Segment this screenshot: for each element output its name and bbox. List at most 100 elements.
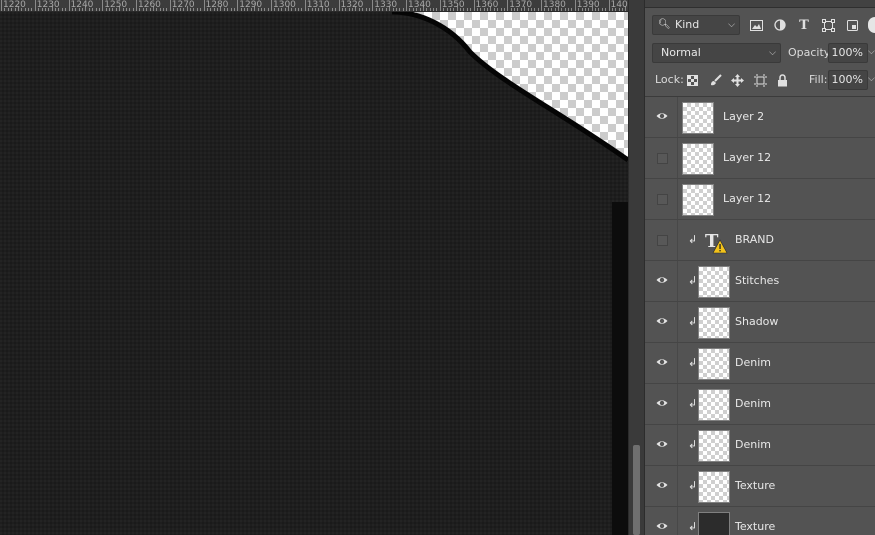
clipping-mask-icon: ↲ [688, 397, 698, 410]
layer-row[interactable]: Layer 2 [645, 97, 875, 138]
filter-kind-label: Kind [675, 18, 700, 31]
scrollbar-thumb[interactable] [633, 445, 640, 535]
shape-filter-icon[interactable] [818, 15, 838, 35]
opacity-dropdown-icon[interactable]: ⌵ [868, 47, 875, 57]
ruler-label: 1240 [70, 0, 94, 10]
ruler-tick [537, 8, 539, 11]
layer-name[interactable]: Denim [735, 438, 771, 451]
layer-visibility-toggle[interactable] [645, 384, 678, 424]
ruler-label: 1380 [543, 0, 566, 10]
hidden-layer-box [657, 235, 668, 246]
layer-thumbnail[interactable] [698, 307, 730, 339]
panel-tab-bar[interactable] [645, 0, 875, 8]
layer-visibility-toggle[interactable] [645, 466, 678, 506]
clipping-mask-icon: ↲ [688, 274, 698, 287]
layer-name[interactable]: Denim [735, 356, 771, 369]
layer-filter-kind-select[interactable]: 🔍︎ Kind ⌵ [652, 15, 740, 35]
layer-visibility-toggle[interactable] [645, 220, 678, 260]
layer-row[interactable]: ↲ Shadow [645, 302, 875, 343]
document-canvas[interactable]: 1220 1230 1240 1250 1260 1270 1280 1290 1300 1310… [0, 0, 628, 535]
layer-row[interactable]: ↲ Texture [645, 507, 875, 535]
fill-value: 100% [831, 73, 863, 86]
blend-mode-select[interactable]: Normal ⌵ [652, 43, 781, 63]
ruler-label: 1280 [205, 0, 229, 10]
layer-name[interactable]: Shadow [735, 315, 778, 328]
ruler-label: 1310 [306, 0, 330, 10]
eye-icon [656, 359, 668, 365]
eye-icon [656, 277, 668, 283]
opacity-field[interactable]: 100% [828, 43, 868, 63]
vertical-scrollbar[interactable] [628, 0, 644, 535]
layer-thumbnail[interactable] [698, 348, 730, 380]
layer-row[interactable]: Layer 12 [645, 179, 875, 220]
layer-name[interactable]: BRAND [735, 233, 774, 246]
ruler-label: 1260 [138, 0, 161, 10]
layer-row[interactable]: ↲ Denim [645, 384, 875, 425]
layer-thumbnail[interactable] [682, 102, 714, 134]
layer-visibility-toggle[interactable] [645, 507, 678, 535]
layer-thumbnail[interactable] [698, 471, 730, 503]
ruler-tick [436, 8, 438, 11]
ruler-tick [439, 0, 441, 11]
layer-visibility-toggle[interactable] [645, 97, 678, 137]
lock-position-icon[interactable] [728, 71, 746, 89]
type-filter-icon[interactable]: T [794, 15, 814, 35]
ruler-tick [534, 8, 536, 11]
ruler-tick [470, 8, 472, 11]
ruler-tick [136, 0, 137, 11]
layer-name[interactable]: Texture [735, 520, 775, 533]
canvas-artwork [0, 12, 628, 535]
layer-row[interactable]: ↲ Stitches [645, 261, 875, 302]
layer-row[interactable]: ↲ T BRAND [645, 220, 875, 261]
clipping-mask-icon: ↲ [688, 520, 698, 533]
ruler-tick [61, 8, 63, 11]
ruler-tick [65, 8, 67, 11]
lock-artboard-icon[interactable] [751, 71, 769, 89]
lock-transparent-pixels-icon[interactable] [683, 71, 701, 89]
layer-name[interactable]: Layer 12 [723, 192, 771, 205]
smart-object-filter-icon[interactable] [842, 15, 862, 35]
layer-name[interactable]: Layer 12 [723, 151, 771, 164]
ruler-tick [301, 8, 303, 11]
layer-visibility-toggle[interactable] [645, 261, 678, 301]
lock-all-icon[interactable] [773, 71, 791, 89]
layer-name[interactable]: Layer 2 [723, 110, 764, 123]
horizontal-ruler[interactable]: 1220 1230 1240 1250 1260 1270 1280 1290 1300 1310… [0, 0, 628, 12]
adjustment-filter-icon[interactable] [770, 15, 790, 35]
ruler-tick [500, 8, 502, 11]
ruler-tick [196, 8, 198, 11]
fill-field[interactable]: 100% [828, 70, 868, 90]
layer-thumbnail[interactable] [698, 430, 730, 462]
layers-panel: 🔍︎ Kind ⌵ T Normal ⌵ Opacity: 100% ⌵ Loc [644, 0, 875, 535]
layer-row[interactable]: Layer 12 [645, 138, 875, 179]
ruler-label: 1370 [509, 0, 533, 10]
layer-visibility-toggle[interactable] [645, 179, 678, 219]
layer-thumbnail[interactable] [682, 184, 714, 216]
ruler-tick [31, 8, 33, 11]
layer-thumbnail[interactable] [682, 143, 714, 175]
layers-list[interactable]: Layer 2 Layer 12 Layer 12 ↲ T BRAND ↲ Stitches ↲… [645, 96, 875, 535]
layer-visibility-toggle[interactable] [645, 343, 678, 383]
ruler-label: 1350 [441, 0, 465, 10]
lock-image-pixels-icon[interactable] [706, 71, 724, 89]
layer-name[interactable]: Texture [735, 479, 775, 492]
layer-row[interactable]: ↲ Denim [645, 343, 875, 384]
layer-row[interactable]: ↲ Denim [645, 425, 875, 466]
layer-visibility-toggle[interactable] [645, 425, 678, 465]
layer-thumbnail[interactable] [698, 266, 730, 298]
ruler-label: 1250 [104, 0, 128, 10]
layer-name[interactable]: Stitches [735, 274, 779, 287]
layer-row[interactable]: ↲ Texture [645, 466, 875, 507]
fill-dropdown-icon[interactable]: ⌵ [868, 74, 875, 84]
layer-visibility-toggle[interactable] [645, 138, 678, 178]
ruler-tick [200, 8, 202, 11]
ruler-tick [163, 8, 164, 11]
layer-name[interactable]: Denim [735, 397, 771, 410]
layer-thumbnail[interactable] [698, 512, 730, 535]
filter-toggle-switch[interactable] [868, 17, 875, 33]
ruler-label: 1220 [3, 0, 26, 10]
pixel-filter-icon[interactable] [746, 15, 766, 35]
document-view[interactable] [0, 12, 628, 535]
layer-thumbnail[interactable] [698, 389, 730, 421]
layer-visibility-toggle[interactable] [645, 302, 678, 342]
